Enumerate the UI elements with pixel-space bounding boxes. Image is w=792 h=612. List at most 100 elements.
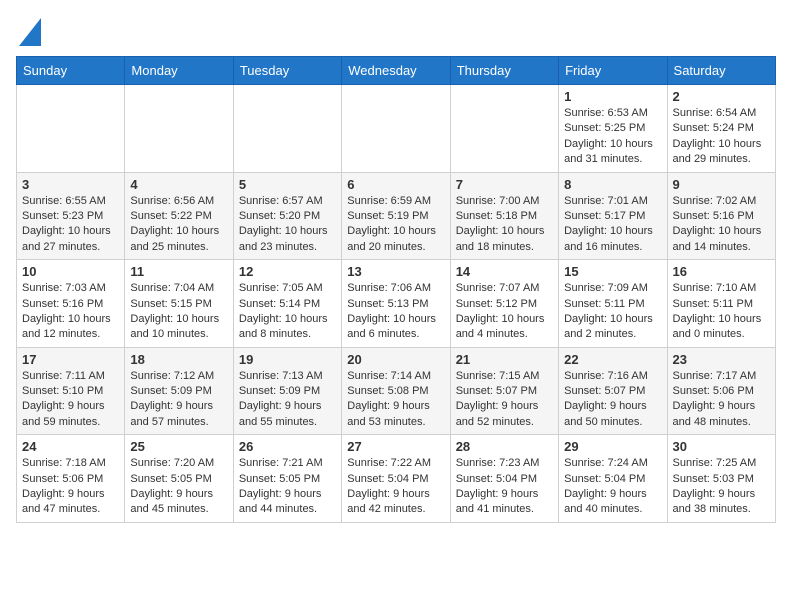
day-number: 5 <box>239 177 336 192</box>
day-info: Sunrise: 7:07 AM Sunset: 5:12 PM Dayligh… <box>456 281 553 343</box>
day-info: Sunrise: 7:22 AM Sunset: 5:04 PM Dayligh… <box>347 456 444 518</box>
day-cell: 6 Sunrise: 6:59 AM Sunset: 5:19 PM Daylig… <box>342 172 450 260</box>
day-cell: 30Sunrise: 7:25 AM Sunset: 5:03 PM Dayli… <box>667 435 775 523</box>
day-info: Sunrise: 7:00 AM Sunset: 5:18 PM Dayligh… <box>456 194 553 256</box>
day-number: 13 <box>347 264 444 279</box>
day-cell <box>450 85 558 173</box>
day-number: 7 <box>456 177 553 192</box>
header-sunday: Sunday <box>17 57 125 85</box>
day-number: 22 <box>564 352 661 367</box>
header-monday: Monday <box>125 57 233 85</box>
day-info: Sunrise: 7:06 AM Sunset: 5:13 PM Dayligh… <box>347 281 444 343</box>
day-info: Sunrise: 7:03 AM Sunset: 5:16 PM Dayligh… <box>22 281 119 343</box>
day-cell: 22 Sunrise: 7:16 AM Sunset: 5:07 PM Dayli… <box>559 347 667 435</box>
day-number: 20 <box>347 352 444 367</box>
day-number: 6 <box>347 177 444 192</box>
day-cell: 12 Sunrise: 7:05 AM Sunset: 5:14 PM Dayli… <box>233 260 341 348</box>
day-number: 12 <box>239 264 336 279</box>
week-row-3: 10 Sunrise: 7:03 AM Sunset: 5:16 PM Dayli… <box>17 260 776 348</box>
day-cell: 29Sunrise: 7:24 AM Sunset: 5:04 PM Dayli… <box>559 435 667 523</box>
day-number: 28 <box>456 439 553 454</box>
week-row-1: 1 Sunrise: 6:53 AM Sunset: 5:25 PM Daylig… <box>17 85 776 173</box>
day-info: Sunrise: 6:57 AM Sunset: 5:20 PM Dayligh… <box>239 194 336 256</box>
day-info: Sunrise: 7:04 AM Sunset: 5:15 PM Dayligh… <box>130 281 227 343</box>
day-info: Sunrise: 6:56 AM Sunset: 5:22 PM Dayligh… <box>130 194 227 256</box>
header-wednesday: Wednesday <box>342 57 450 85</box>
day-cell: 16 Sunrise: 7:10 AM Sunset: 5:11 PM Dayli… <box>667 260 775 348</box>
day-cell: 18 Sunrise: 7:12 AM Sunset: 5:09 PM Dayli… <box>125 347 233 435</box>
day-cell: 8 Sunrise: 7:01 AM Sunset: 5:17 PM Daylig… <box>559 172 667 260</box>
day-cell: 11 Sunrise: 7:04 AM Sunset: 5:15 PM Dayli… <box>125 260 233 348</box>
day-info: Sunrise: 6:55 AM Sunset: 5:23 PM Dayligh… <box>22 194 119 256</box>
day-number: 1 <box>564 89 661 104</box>
day-info: Sunrise: 7:24 AM Sunset: 5:04 PM Dayligh… <box>564 456 661 518</box>
day-cell: 24 Sunrise: 7:18 AM Sunset: 5:06 PM Dayli… <box>17 435 125 523</box>
day-number: 8 <box>564 177 661 192</box>
day-cell: 4Sunrise: 6:56 AM Sunset: 5:22 PM Daylig… <box>125 172 233 260</box>
day-cell <box>342 85 450 173</box>
week-row-4: 17Sunrise: 7:11 AM Sunset: 5:10 PM Dayli… <box>17 347 776 435</box>
header-friday: Friday <box>559 57 667 85</box>
day-number: 25 <box>130 439 227 454</box>
day-number: 24 <box>22 439 119 454</box>
day-number: 11 <box>130 264 227 279</box>
day-number: 23 <box>673 352 770 367</box>
day-cell: 15 Sunrise: 7:09 AM Sunset: 5:11 PM Dayli… <box>559 260 667 348</box>
day-info: Sunrise: 7:02 AM Sunset: 5:16 PM Dayligh… <box>673 194 770 256</box>
day-cell: 20 Sunrise: 7:14 AM Sunset: 5:08 PM Dayli… <box>342 347 450 435</box>
day-cell: 13 Sunrise: 7:06 AM Sunset: 5:13 PM Dayli… <box>342 260 450 348</box>
day-cell: 21 Sunrise: 7:15 AM Sunset: 5:07 PM Dayli… <box>450 347 558 435</box>
day-number: 21 <box>456 352 553 367</box>
day-cell: 7 Sunrise: 7:00 AM Sunset: 5:18 PM Daylig… <box>450 172 558 260</box>
day-cell: 9 Sunrise: 7:02 AM Sunset: 5:16 PM Daylig… <box>667 172 775 260</box>
day-info: Sunrise: 7:16 AM Sunset: 5:07 PM Dayligh… <box>564 369 661 431</box>
day-info: Sunrise: 7:13 AM Sunset: 5:09 PM Dayligh… <box>239 369 336 431</box>
day-cell <box>233 85 341 173</box>
day-info: Sunrise: 7:21 AM Sunset: 5:05 PM Dayligh… <box>239 456 336 518</box>
calendar-table: SundayMondayTuesdayWednesdayThursdayFrid… <box>16 56 776 523</box>
calendar-header-row: SundayMondayTuesdayWednesdayThursdayFrid… <box>17 57 776 85</box>
logo <box>16 16 41 46</box>
day-info: Sunrise: 7:05 AM Sunset: 5:14 PM Dayligh… <box>239 281 336 343</box>
day-cell: 26Sunrise: 7:21 AM Sunset: 5:05 PM Dayli… <box>233 435 341 523</box>
day-cell: 3 Sunrise: 6:55 AM Sunset: 5:23 PM Daylig… <box>17 172 125 260</box>
day-info: Sunrise: 7:15 AM Sunset: 5:07 PM Dayligh… <box>456 369 553 431</box>
day-cell: 5 Sunrise: 6:57 AM Sunset: 5:20 PM Daylig… <box>233 172 341 260</box>
header-thursday: Thursday <box>450 57 558 85</box>
day-cell: 14 Sunrise: 7:07 AM Sunset: 5:12 PM Dayli… <box>450 260 558 348</box>
day-info: Sunrise: 7:20 AM Sunset: 5:05 PM Dayligh… <box>130 456 227 518</box>
day-number: 27 <box>347 439 444 454</box>
day-info: Sunrise: 7:10 AM Sunset: 5:11 PM Dayligh… <box>673 281 770 343</box>
day-info: Sunrise: 6:53 AM Sunset: 5:25 PM Dayligh… <box>564 106 661 168</box>
week-row-5: 24 Sunrise: 7:18 AM Sunset: 5:06 PM Dayli… <box>17 435 776 523</box>
day-number: 30 <box>673 439 770 454</box>
day-info: Sunrise: 7:14 AM Sunset: 5:08 PM Dayligh… <box>347 369 444 431</box>
day-cell: 2 Sunrise: 6:54 AM Sunset: 5:24 PM Daylig… <box>667 85 775 173</box>
day-number: 15 <box>564 264 661 279</box>
day-info: Sunrise: 7:01 AM Sunset: 5:17 PM Dayligh… <box>564 194 661 256</box>
day-info: Sunrise: 7:12 AM Sunset: 5:09 PM Dayligh… <box>130 369 227 431</box>
day-cell <box>125 85 233 173</box>
day-info: Sunrise: 7:23 AM Sunset: 5:04 PM Dayligh… <box>456 456 553 518</box>
header-tuesday: Tuesday <box>233 57 341 85</box>
page-header <box>16 16 776 46</box>
day-cell: 28 Sunrise: 7:23 AM Sunset: 5:04 PM Dayli… <box>450 435 558 523</box>
day-info: Sunrise: 6:59 AM Sunset: 5:19 PM Dayligh… <box>347 194 444 256</box>
day-number: 16 <box>673 264 770 279</box>
day-number: 18 <box>130 352 227 367</box>
day-cell: 23Sunrise: 7:17 AM Sunset: 5:06 PM Dayli… <box>667 347 775 435</box>
day-info: Sunrise: 7:09 AM Sunset: 5:11 PM Dayligh… <box>564 281 661 343</box>
logo-icon <box>19 18 41 46</box>
day-cell: 10 Sunrise: 7:03 AM Sunset: 5:16 PM Dayli… <box>17 260 125 348</box>
day-number: 14 <box>456 264 553 279</box>
day-cell <box>17 85 125 173</box>
day-number: 3 <box>22 177 119 192</box>
day-number: 10 <box>22 264 119 279</box>
day-number: 2 <box>673 89 770 104</box>
day-number: 19 <box>239 352 336 367</box>
day-cell: 25 Sunrise: 7:20 AM Sunset: 5:05 PM Dayli… <box>125 435 233 523</box>
day-info: Sunrise: 7:18 AM Sunset: 5:06 PM Dayligh… <box>22 456 119 518</box>
day-info: Sunrise: 6:54 AM Sunset: 5:24 PM Dayligh… <box>673 106 770 168</box>
day-number: 9 <box>673 177 770 192</box>
week-row-2: 3 Sunrise: 6:55 AM Sunset: 5:23 PM Daylig… <box>17 172 776 260</box>
